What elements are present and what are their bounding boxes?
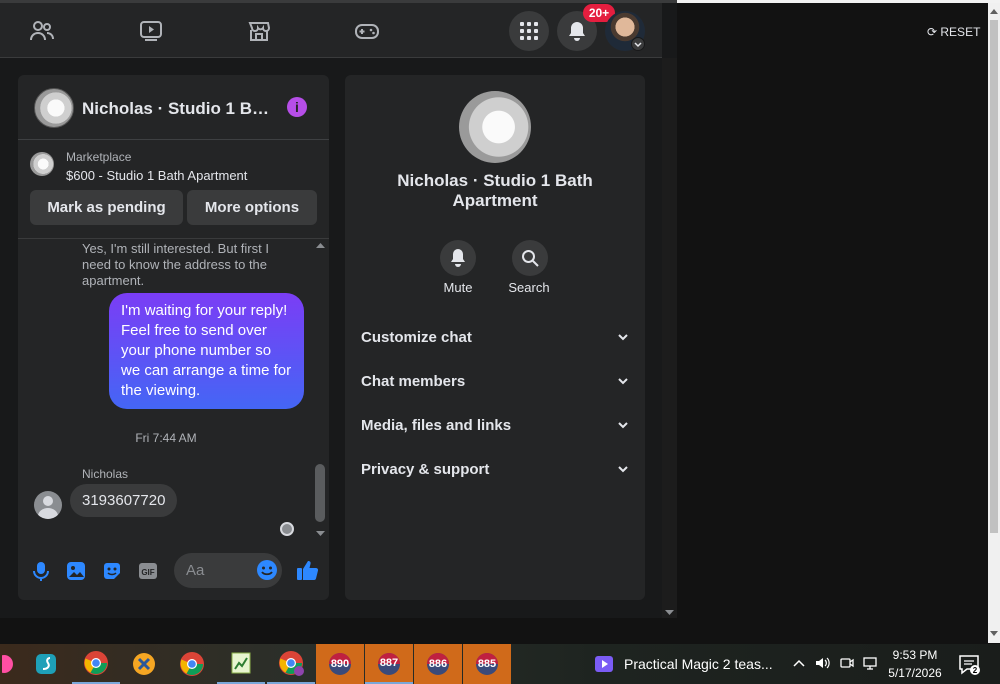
clock-time[interactable]: 9:53 PM [870,648,960,662]
chat-window: Nicholas · Studio 1 Bat··· i Marketplace… [18,75,329,600]
volume-icon[interactable] [814,655,832,671]
chrome-icon [279,651,304,676]
message-composer: GIF Aa [18,550,329,595]
message-scroll-thumb[interactable] [315,464,325,522]
reset-button[interactable]: ⟳ RESET [927,25,980,39]
tray-expand-icon[interactable] [791,655,807,671]
badge-890: 890 [330,658,350,670]
listing-photo [459,91,531,163]
badge-886: 886 [428,658,448,670]
browser-top-border [677,0,1000,3]
privacy-support-row[interactable]: Privacy & support [361,447,629,491]
customize-chat-row[interactable]: Customize chat [361,315,629,359]
taskbar-app-edge[interactable] [0,644,18,684]
conversation-name: Nicholas · Studio 1 Bath Apartment [397,171,593,210]
listing-source: Marketplace [66,150,132,164]
badge-885: 885 [477,658,497,670]
search-label: Search [508,280,550,295]
notification-center-icon[interactable]: 2 [957,652,981,676]
gif-icon[interactable]: GIF [137,560,159,582]
photo-icon[interactable] [65,560,87,582]
chevron-down-icon [618,334,628,341]
taskbar-app-887[interactable]: 887 [365,644,413,684]
gaming-icon[interactable] [347,11,387,51]
search-icon [522,250,539,267]
friends-icon[interactable] [22,11,62,51]
chat-title: Nicholas · Studio 1 Bat··· [82,99,272,118]
quoted-message: Yes, I'm still interested. But first I n… [82,241,269,288]
more-options-button[interactable]: More options [187,190,317,225]
taskbar-app-surfshark[interactable] [22,644,70,684]
taskbar-app-890[interactable]: 890 [316,644,364,684]
app-background [677,0,988,618]
sender-name: Nicholas [82,467,129,481]
chrome-icon [180,652,204,676]
badge-887: 887 [379,657,399,669]
bell-icon [451,249,465,267]
media-files-links-row[interactable]: Media, files and links [361,403,629,447]
taskbar-app-chrome-1[interactable] [72,644,120,684]
bell-icon [569,22,585,41]
listing-title[interactable]: $600 - Studio 1 Bath Apartment [66,168,247,183]
facebook-window: 20+ Nicholas · Studio 1 Bat··· i Marketp… [0,0,677,618]
chat-header[interactable]: Nicholas · Studio 1 Bat··· i [18,75,329,140]
grid-icon [520,22,538,40]
spreadsheet-icon [231,652,251,674]
menu-grid-button[interactable] [509,11,549,51]
chat-details-panel: Nicholas · Studio 1 Bath Apartment Mute … [345,75,645,600]
top-navigation-bar [0,3,662,58]
svg-text:2: 2 [973,666,978,675]
chevron-down-icon [618,466,628,473]
reset-label: RESET [940,25,981,39]
section-label: Privacy & support [361,460,490,478]
search-button[interactable] [512,240,548,276]
refresh-icon: ⟳ [927,25,941,39]
taskbar-app-chrome-2[interactable] [168,644,216,684]
marketplace-icon[interactable] [239,11,279,51]
listing-thumbnail [34,88,74,128]
sent-message-bubble[interactable]: I'm waiting for your reply! Feel free to… [109,293,304,409]
mark-as-pending-button[interactable]: Mark as pending [30,190,183,225]
chevron-down-icon [618,378,628,385]
watch-video-icon[interactable] [131,11,171,51]
browser-scroll-thumb[interactable] [990,20,998,533]
page-scrollbar[interactable] [662,58,677,618]
emoji-icon[interactable] [256,559,278,581]
svg-text:GIF: GIF [141,568,154,577]
chevron-down-icon [618,422,628,429]
listing-small-thumbnail [30,152,54,176]
surfshark-icon [36,654,56,674]
section-label: Chat members [361,372,466,390]
received-message-bubble[interactable]: 3193607720 [70,484,178,517]
sender-avatar[interactable] [34,491,62,519]
info-icon[interactable]: i [287,97,307,117]
section-label: Customize chat [361,328,472,346]
chat-members-row[interactable]: Chat members [361,359,629,403]
media-player-icon[interactable] [594,655,614,673]
mute-button[interactable] [440,240,476,276]
media-title[interactable]: Practical Magic 2 teas... [624,656,773,672]
taskbar-app-spreadsheet[interactable] [217,644,265,684]
taskbar-app-chrome-profile[interactable] [267,644,315,684]
seen-indicator-avatar [280,522,294,536]
section-label: Media, files and links [361,416,512,434]
meet-now-icon[interactable] [839,655,855,671]
message-timestamp: Fri 7:44 AM [135,431,197,445]
app-x-icon [133,653,155,675]
taskbar-app-excel-x[interactable] [120,644,168,684]
thumbs-up-icon[interactable] [295,558,319,582]
taskbar-app-886[interactable]: 886 [414,644,462,684]
account-chevron-icon[interactable] [631,37,645,51]
mute-label: Mute [443,280,473,295]
chrome-icon [84,651,108,675]
clock-date[interactable]: 5/17/2026 [870,666,960,680]
microphone-icon[interactable] [30,560,52,582]
taskbar-app-885[interactable]: 885 [463,644,511,684]
sticker-icon[interactable] [101,560,123,582]
message-list: Yes, I'm still interested. But first I n… [18,238,329,541]
